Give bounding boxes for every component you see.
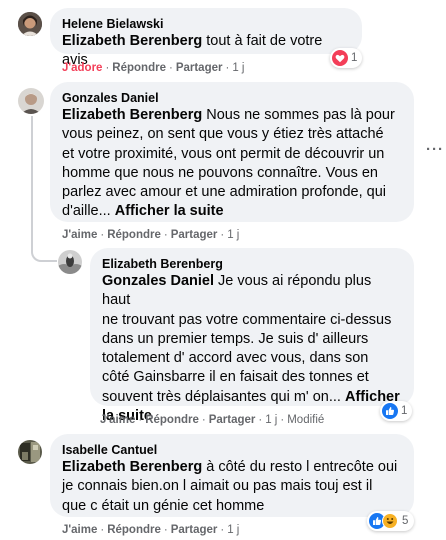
haha-icon <box>382 513 398 529</box>
avatar[interactable] <box>18 440 42 464</box>
reaction-count: 1 <box>351 52 358 64</box>
timestamp[interactable]: 1 j <box>232 62 244 74</box>
love-icon <box>332 50 348 66</box>
avatar[interactable] <box>58 250 82 274</box>
like-icon <box>382 403 398 419</box>
thread-line <box>31 116 33 221</box>
see-more-link[interactable]: Afficher la suite <box>115 203 224 219</box>
mention-link[interactable]: Elizabeth Berenberg <box>62 33 202 49</box>
reply-button[interactable]: Répondre <box>107 229 161 241</box>
share-button[interactable]: Partager <box>171 229 218 241</box>
comment-actions: J'adore · Répondre · Partager · 1 j <box>62 62 245 74</box>
share-button[interactable]: Partager <box>171 524 218 536</box>
share-button[interactable]: Partager <box>176 62 223 74</box>
reaction-count: 1 <box>401 405 408 417</box>
comment-author[interactable]: Gonzales Daniel <box>62 90 402 106</box>
comment-bubble: Gonzales Daniel Elizabeth Berenberg Nous… <box>50 82 414 222</box>
reaction-summary[interactable]: 1 <box>380 401 412 421</box>
comment-author[interactable]: Elizabeth Berenberg <box>102 256 402 272</box>
timestamp[interactable]: 1 j <box>227 524 239 536</box>
mention-link[interactable]: Elizabeth Berenberg <box>62 459 202 475</box>
comment-text: Elizabeth Berenberg Nous ne sommes pas l… <box>62 107 395 220</box>
like-button[interactable]: J'aime <box>62 524 97 536</box>
avatar[interactable] <box>18 88 44 114</box>
reaction-count: 5 <box>402 515 409 527</box>
share-button[interactable]: Partager <box>209 414 256 426</box>
edited-label: Modifié <box>287 414 325 426</box>
comment-text: Elizabeth Berenberg à côté du resto l en… <box>62 459 398 514</box>
comment-actions: J'aime · Répondre · Partager · 1 j <box>62 229 240 241</box>
thread-line <box>31 221 33 251</box>
comment-actions: J'aime · Répondre · Partager · 1 j · Modifié <box>100 414 325 426</box>
reaction-summary[interactable]: 5 <box>367 511 414 531</box>
like-button[interactable]: J'aime <box>62 229 97 241</box>
reaction-summary[interactable]: 1 <box>330 48 362 68</box>
comment-author[interactable]: Helene Bielawski <box>62 16 350 32</box>
comment-author[interactable]: Isabelle Cantuel <box>62 442 402 458</box>
comment-bubble: Isabelle Cantuel Elizabeth Berenberg à c… <box>50 434 414 517</box>
like-button[interactable]: J'aime <box>100 414 135 426</box>
mention-link[interactable]: Gonzales Daniel <box>102 273 214 289</box>
thread-connector <box>31 250 57 262</box>
comment-text: Gonzales Daniel Je vous ai répondu plus … <box>102 273 400 425</box>
more-options-icon[interactable]: ··· <box>426 141 444 158</box>
mention-link[interactable]: Elizabeth Berenberg <box>62 107 202 123</box>
like-button[interactable]: J'adore <box>62 62 102 74</box>
comment-bubble: Elizabeth Berenberg Gonzales Daniel Je v… <box>90 248 414 424</box>
timestamp[interactable]: 1 j <box>227 229 239 241</box>
timestamp[interactable]: 1 j <box>265 414 277 426</box>
avatar[interactable] <box>18 12 42 36</box>
reply-button[interactable]: Répondre <box>107 524 161 536</box>
reply-button[interactable]: Répondre <box>112 62 166 74</box>
comment-actions: J'aime · Répondre · Partager · 1 j <box>62 524 240 536</box>
comment-bubble: Helene Bielawski Elizabeth Berenberg tou… <box>50 8 362 68</box>
reply-button[interactable]: Répondre <box>145 414 199 426</box>
